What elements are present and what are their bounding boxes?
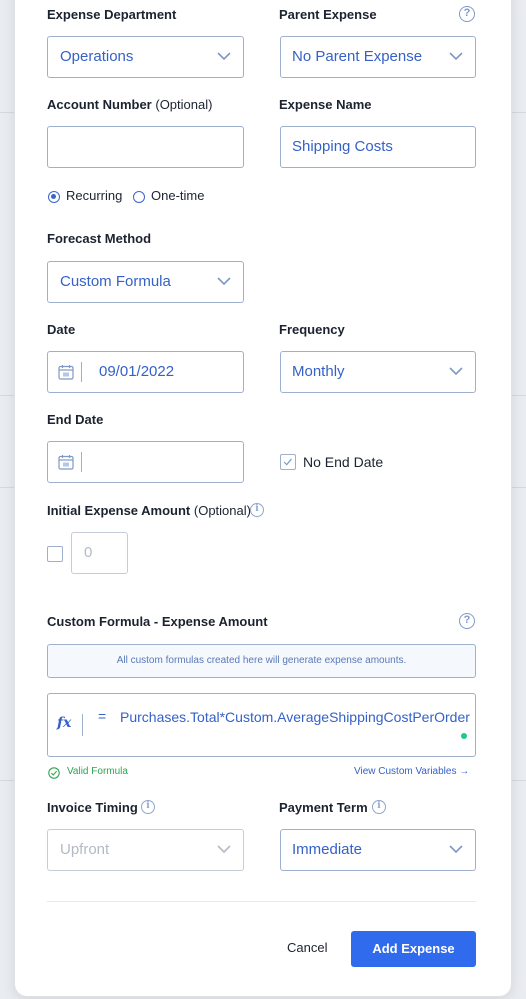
frequency-label: Frequency <box>279 322 345 337</box>
account-number-input[interactable] <box>47 126 244 168</box>
frequency-value: Monthly <box>292 363 345 380</box>
chevron-down-icon <box>449 367 463 376</box>
parent-expense-label: Parent Expense <box>279 7 377 22</box>
add-expense-button[interactable]: Add Expense <box>351 931 476 967</box>
checkmark-icon <box>283 458 292 466</box>
calendar-icon[interactable] <box>58 454 74 470</box>
initial-amount-checkbox[interactable] <box>47 546 63 562</box>
info-icon[interactable]: i <box>250 503 264 517</box>
custom-formula-label: Custom Formula - Expense Amount <box>47 614 268 629</box>
background-divider <box>510 112 526 113</box>
check-circle-icon <box>48 767 60 779</box>
date-label: Date <box>47 322 76 337</box>
background-divider <box>0 112 16 113</box>
footer-divider <box>47 901 476 902</box>
expense-department-select[interactable]: Operations <box>47 36 244 78</box>
frequency-select[interactable]: Monthly <box>280 351 476 393</box>
invoice-timing-select[interactable]: Upfront <box>47 829 244 871</box>
formula-editor[interactable]: fx = Purchases.Total*Custom.AverageShipp… <box>47 693 476 757</box>
chevron-down-icon <box>217 277 231 286</box>
expense-name-value: Shipping Costs <box>292 138 393 155</box>
recurring-radio[interactable] <box>48 191 60 203</box>
chevron-down-icon <box>217 845 231 854</box>
initial-amount-placeholder: 0 <box>84 544 93 561</box>
chevron-down-icon <box>449 845 463 854</box>
field-separator <box>82 714 83 736</box>
forecast-method-select[interactable]: Custom Formula <box>47 261 244 303</box>
forecast-method-value: Custom Formula <box>60 273 171 290</box>
background-divider <box>0 395 16 396</box>
payment-term-select[interactable]: Immediate <box>280 829 476 871</box>
one-time-radio[interactable] <box>133 191 145 203</box>
help-icon[interactable]: ? <box>459 613 475 629</box>
one-time-radio-label: One-time <box>151 188 205 203</box>
expense-department-label: Expense Department <box>47 7 177 22</box>
chevron-down-icon <box>449 52 463 61</box>
info-icon[interactable]: i <box>141 800 155 814</box>
background-divider <box>510 395 526 396</box>
expense-name-label: Expense Name <box>279 97 372 112</box>
initial-amount-input[interactable]: 0 <box>71 532 128 574</box>
status-dot <box>461 733 467 739</box>
date-input[interactable]: 09/01/2022 <box>47 351 244 393</box>
background-divider <box>0 487 16 488</box>
no-end-date-label: No End Date <box>303 454 384 470</box>
no-end-date-checkbox[interactable] <box>280 454 296 470</box>
background-divider <box>0 780 16 781</box>
payment-term-value: Immediate <box>292 841 363 858</box>
account-number-label: Account Number (Optional) <box>47 97 213 112</box>
calendar-icon[interactable] <box>58 364 74 380</box>
equals-sign: = <box>98 708 107 724</box>
expense-name-input[interactable]: Shipping Costs <box>280 126 476 168</box>
payment-term-label: Payment Term <box>279 800 368 815</box>
chevron-down-icon <box>217 52 231 61</box>
parent-expense-select[interactable]: No Parent Expense <box>280 36 476 78</box>
end-date-input[interactable] <box>47 441 244 483</box>
forecast-method-label: Forecast Method <box>47 231 152 246</box>
info-icon[interactable]: i <box>372 800 386 814</box>
add-expense-modal: Expense Department Parent Expense ? Oper… <box>15 0 511 996</box>
date-value: 09/01/2022 <box>99 363 175 380</box>
valid-formula-text: Valid Formula <box>67 766 128 777</box>
invoice-timing-value: Upfront <box>60 841 110 858</box>
formula-info-note: All custom formulas created here will ge… <box>47 644 476 678</box>
fx-icon: fx <box>57 715 72 731</box>
parent-expense-value: No Parent Expense <box>292 48 423 65</box>
field-separator <box>81 362 82 382</box>
background-divider <box>510 780 526 781</box>
view-custom-variables-link[interactable]: View Custom Variables → <box>354 766 469 777</box>
field-separator <box>81 452 82 472</box>
cancel-button[interactable]: Cancel <box>287 940 327 955</box>
formula-text[interactable]: Purchases.Total*Custom.AverageShippingCo… <box>120 706 476 728</box>
help-icon[interactable]: ? <box>459 6 475 22</box>
initial-expense-amount-label: Initial Expense Amount (Optional) <box>47 503 251 518</box>
end-date-label: End Date <box>47 412 104 427</box>
background-divider <box>510 487 526 488</box>
expense-department-value: Operations <box>60 48 134 65</box>
recurring-radio-label: Recurring <box>66 188 123 203</box>
invoice-timing-label: Invoice Timing <box>47 800 138 815</box>
